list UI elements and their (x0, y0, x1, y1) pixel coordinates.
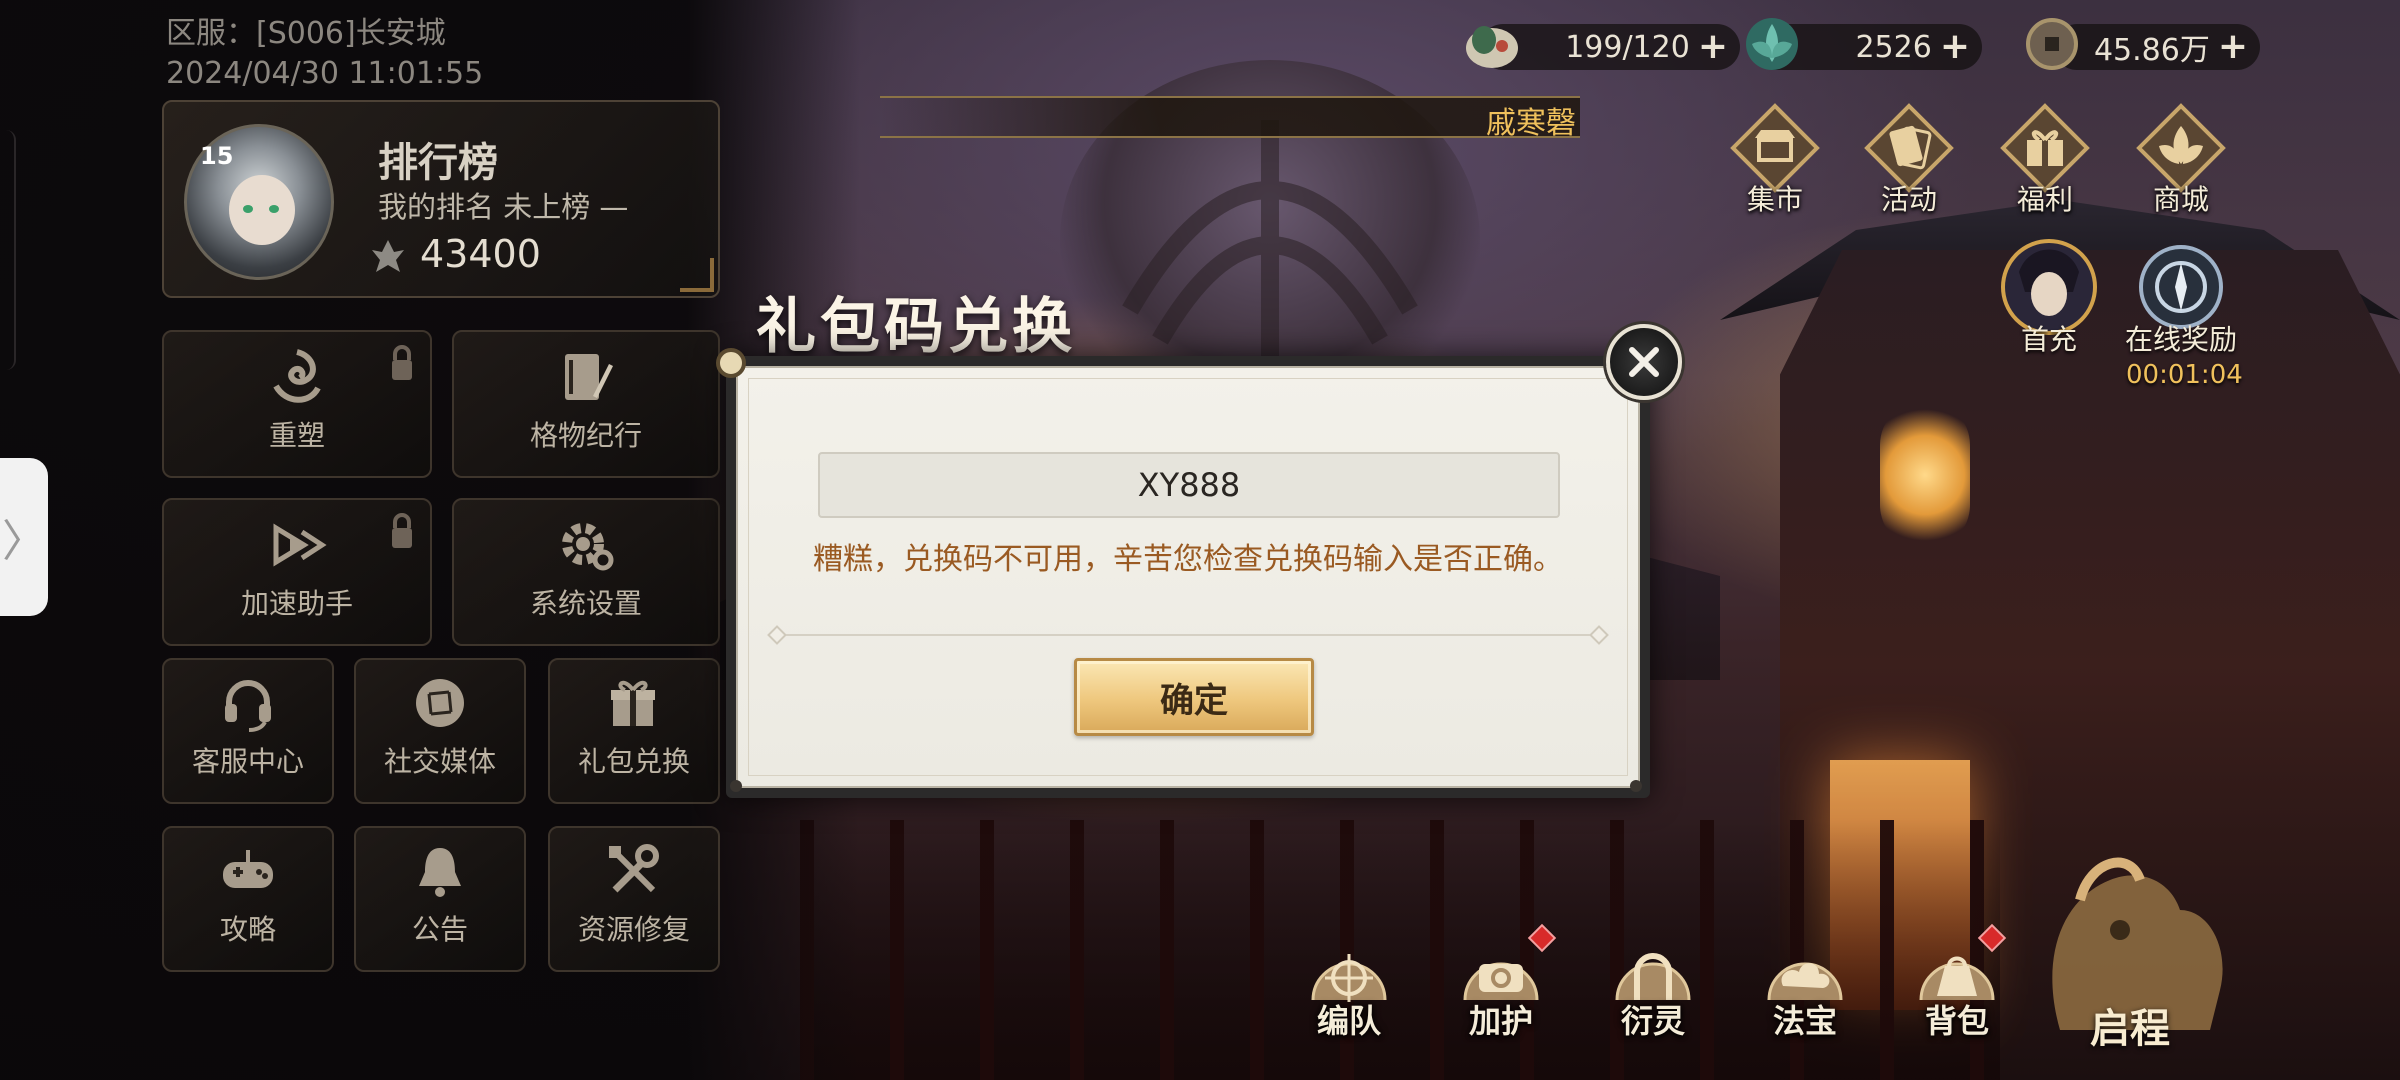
tower-lamp (1880, 400, 1970, 550)
menu-accelerator-label: 加速助手 (240, 587, 353, 620)
add-jade-button[interactable]: + (1940, 29, 1970, 65)
headset-icon (225, 680, 271, 732)
lock-icon (392, 345, 412, 380)
gift-code-input[interactable] (818, 452, 1560, 518)
nav-bag[interactable]: 背包 (1902, 923, 2012, 1040)
power-value: 43400 (420, 232, 541, 276)
ranking-title: 排行榜 (378, 140, 498, 186)
corner-ornament-icon (716, 348, 746, 378)
welfare-button[interactable]: 福利 (1990, 100, 2100, 216)
swirl-icon (273, 349, 321, 403)
activity-button[interactable]: 活动 (1854, 100, 1964, 216)
menu-customer-service[interactable]: 客服中心 (162, 658, 334, 804)
online-reward-timer: 00:01:04 (2126, 360, 2243, 390)
close-button[interactable] (1606, 324, 1682, 400)
menu-announcement[interactable]: 公告 (354, 826, 526, 972)
close-icon (1629, 347, 1659, 377)
corner-dot (730, 780, 742, 792)
first-recharge-button[interactable]: 首充 (1984, 232, 2114, 356)
corner-dot (1630, 780, 1642, 792)
side-drawer-handle[interactable]: 〉 (0, 458, 48, 616)
sphere-bars (1122, 120, 1418, 360)
add-coins-button[interactable]: + (2218, 29, 2248, 65)
add-stamina-button[interactable]: + (1698, 29, 1728, 65)
lock-icon (392, 513, 412, 548)
ranking-card[interactable]: 15 排行榜 我的排名 未上榜 — 43400 (162, 100, 720, 298)
start-journey-label: 启程 (2090, 1006, 2170, 1052)
level-badge: 15 (200, 142, 234, 170)
menu-settings[interactable]: 系统设置 (452, 498, 720, 646)
gamepad-icon (223, 850, 273, 888)
avatar-eye (243, 205, 253, 213)
player-name: 戚寒磬 (1486, 106, 1576, 141)
menu-gift-exchange-label: 礼包兑换 (577, 745, 690, 778)
menu-customer-service-label: 客服中心 (191, 745, 304, 778)
player-banner (880, 96, 1580, 138)
my-rank-text: 我的排名 未上榜 — (378, 190, 629, 224)
notebook-pen-icon (565, 354, 613, 400)
menu-reshape-label: 重塑 (268, 419, 325, 452)
gift-box-icon (611, 680, 655, 726)
menu-resource-repair[interactable]: 资源修复 (548, 826, 720, 972)
activity-label: 活动 (1880, 183, 1937, 216)
server-datetime: 2024/04/30 11:01:55 (166, 56, 484, 91)
wrench-screwdriver-icon (609, 844, 659, 893)
divider (770, 634, 1606, 636)
nav-derive-label: 衍灵 (1620, 1002, 1685, 1040)
jade-value: 2526 (1855, 29, 1932, 65)
avatar-eye (269, 205, 279, 213)
nav-treasure-label: 法宝 (1772, 1002, 1837, 1040)
market-label: 集市 (1746, 183, 1803, 216)
shop-label: 商城 (2152, 183, 2209, 216)
server-label: 区服：[S006]长安城 (166, 16, 446, 51)
network-globe-icon (416, 679, 464, 727)
nav-protect[interactable]: 加护 (1446, 923, 1557, 1040)
coins-value: 45.86万 (2093, 33, 2210, 68)
bell-icon (419, 848, 461, 897)
nav-bag-label: 背包 (1924, 1002, 1989, 1040)
error-message: 糟糕，兑换码不可用，辛苦您检查兑换码输入是否正确。 (813, 542, 1563, 577)
stamina-value: 199/120 (1565, 29, 1690, 65)
menu-announcement-label: 公告 (411, 913, 468, 946)
fast-forward-icon (273, 523, 327, 567)
stamina-icon (1466, 26, 1518, 68)
menu-guide-label: 攻略 (219, 913, 276, 946)
shop-button[interactable]: 商城 (2126, 100, 2236, 216)
menu-social-media[interactable]: 社交媒体 (354, 658, 526, 804)
nav-protect-label: 加护 (1468, 1002, 1533, 1040)
jade-lotus-icon (1746, 18, 1798, 70)
menu-resource-repair-label: 资源修复 (577, 913, 690, 946)
server-info: 区服：[S006]长安城 2024/04/30 11:01:55 (166, 14, 483, 94)
menu-gift-exchange[interactable]: 礼包兑换 (548, 658, 720, 804)
online-reward-button[interactable]: 在线奖励 (2116, 232, 2246, 356)
menu-chronicle-label: 格物纪行 (529, 419, 642, 452)
market-button[interactable]: 集市 (1720, 100, 1830, 216)
chevron-right-icon: 〉 (2, 516, 46, 567)
confirm-button[interactable]: 确定 (1074, 658, 1314, 736)
online-reward-label: 在线奖励 (2124, 323, 2237, 356)
nav-formation[interactable]: 编队 (1294, 930, 1404, 1040)
power-icon (372, 240, 404, 272)
edge-line (0, 130, 16, 370)
gear-icon (562, 523, 614, 571)
nav-treasure[interactable]: 法宝 (1750, 930, 1860, 1040)
menu-guide[interactable]: 攻略 (162, 826, 334, 972)
menu-chronicle[interactable]: 格物纪行 (452, 330, 720, 478)
avatar-face (229, 175, 295, 245)
nav-derive[interactable]: 衍灵 (1598, 930, 1708, 1040)
coin-icon (2026, 18, 2078, 70)
modal-title: 礼包码兑换 (756, 292, 1076, 362)
menu-social-media-label: 社交媒体 (383, 745, 496, 778)
menu-settings-label: 系统设置 (529, 587, 642, 620)
nav-formation-label: 编队 (1316, 1002, 1381, 1040)
menu-accelerator[interactable]: 加速助手 (162, 498, 432, 646)
welfare-label: 福利 (2016, 183, 2073, 216)
menu-reshape[interactable]: 重塑 (162, 330, 432, 478)
first-recharge-label: 首充 (2020, 323, 2077, 356)
